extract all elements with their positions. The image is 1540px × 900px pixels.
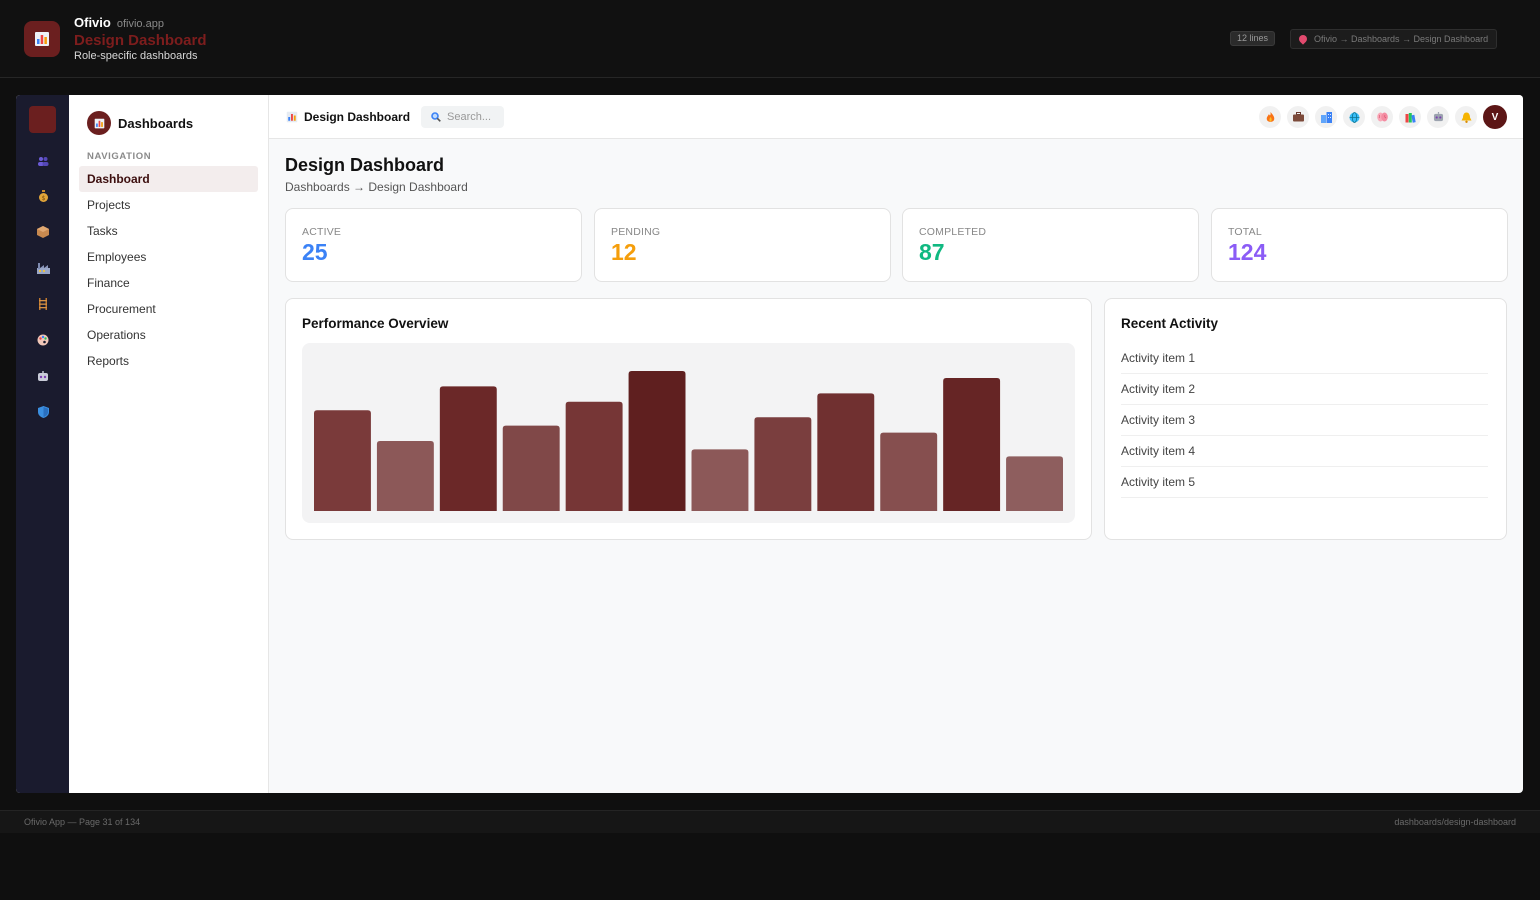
activity-item[interactable]: Activity item 2: [1121, 374, 1488, 405]
footer-path: dashboards/design-dashboard: [1394, 817, 1516, 827]
activity-item[interactable]: Activity item 3: [1121, 405, 1488, 436]
stat-label: TOTAL: [1228, 226, 1262, 238]
bar-chart-icon: [94, 118, 104, 128]
package-icon[interactable]: [36, 225, 50, 239]
app-domain: ofivio.app: [116, 18, 164, 30]
brain-icon[interactable]: [1371, 106, 1393, 128]
toolbar-title: Design Dashboard: [286, 110, 410, 124]
stat-label: ACTIVE: [302, 226, 342, 238]
footer-page-info: Ofivio App — Page 31 of 134: [24, 817, 141, 827]
nav-item-reports[interactable]: Reports: [79, 348, 258, 374]
icon-rail: $: [16, 95, 69, 793]
nav-list: Dashboard Projects Tasks Employees Finan…: [79, 166, 258, 374]
main-content: Design Dashboard Search... V Design Dash…: [269, 95, 1523, 793]
chart-bar: [817, 393, 875, 511]
books-icon[interactable]: [1399, 106, 1421, 128]
bar-chart-icon: [286, 111, 298, 123]
stat-card-completed: COMPLETED 87: [902, 208, 1199, 282]
stat-value: 25: [302, 239, 328, 265]
sidebar-title: Dashboards: [118, 115, 194, 131]
stat-label: PENDING: [611, 226, 661, 238]
stat-card-pending: PENDING 12: [594, 208, 891, 282]
stat-card-active: ACTIVE 25: [285, 208, 582, 282]
performance-title: Performance Overview: [302, 316, 449, 331]
buildings-icon[interactable]: [1315, 106, 1337, 128]
stat-value: 12: [611, 239, 637, 265]
chart-bar: [754, 417, 812, 511]
stat-value: 87: [919, 239, 945, 265]
performance-chart: [302, 343, 1075, 523]
pin-icon: [1297, 33, 1309, 45]
nav-item-operations[interactable]: Operations: [79, 322, 258, 348]
nav-item-tasks[interactable]: Tasks: [79, 218, 258, 244]
sidebar-header: Dashboards: [87, 111, 193, 135]
nav-item-dashboard[interactable]: Dashboard: [79, 166, 258, 192]
chart-bar: [439, 386, 497, 511]
chart-bar: [691, 449, 749, 511]
money-bag-icon[interactable]: $: [36, 189, 50, 203]
activity-item[interactable]: Activity item 4: [1121, 436, 1488, 467]
bar-chart-icon: [35, 32, 49, 46]
search-box[interactable]: [421, 106, 504, 128]
factory-icon[interactable]: [36, 261, 50, 275]
palette-icon[interactable]: [36, 333, 50, 347]
breadcrumb: Dashboards → Design Dashboard: [285, 180, 468, 194]
search-icon: [431, 112, 441, 122]
sidebar: Dashboards NAVIGATION Dashboard Projects…: [69, 95, 269, 793]
shield-icon[interactable]: [36, 405, 50, 419]
bar-chart: [314, 371, 1063, 511]
toolbar: Design Dashboard Search... V: [269, 95, 1523, 139]
activity-title: Recent Activity: [1121, 316, 1219, 331]
nav-section-label: NAVIGATION: [87, 151, 152, 162]
activity-item[interactable]: Activity item 5: [1121, 467, 1488, 498]
chart-bar: [376, 441, 434, 511]
toolbar-icons: V: [1259, 105, 1507, 129]
header-page-subtitle: Role-specific dashboards: [74, 50, 198, 62]
header-page-title: Design Dashboard: [74, 32, 207, 49]
top-header: Ofivio ofivio.app Design Dashboard Role-…: [0, 0, 1540, 78]
app-name: Ofivio: [74, 15, 111, 30]
header-breadcrumb: Ofivio → Dashboards → Design Dashboard: [1290, 29, 1498, 49]
app-logo: [24, 21, 60, 57]
activity-item[interactable]: Activity item 1: [1121, 343, 1488, 374]
chart-bar: [565, 401, 623, 511]
search-input[interactable]: [447, 111, 501, 123]
globe-icon[interactable]: [1343, 106, 1365, 128]
nav-item-finance[interactable]: Finance: [79, 270, 258, 296]
ladder-icon[interactable]: [36, 297, 50, 311]
header-breadcrumb-text: Ofivio → Dashboards → Design Dashboard: [1314, 34, 1489, 44]
rail-home-button[interactable]: [29, 106, 56, 133]
app-window: $ Dashboards NAVIGATION Dashboard Projec…: [16, 95, 1523, 793]
performance-card: Performance Overview: [285, 298, 1092, 540]
user-avatar[interactable]: V: [1483, 105, 1507, 129]
robot-icon[interactable]: [1427, 106, 1449, 128]
bell-icon[interactable]: [1455, 106, 1477, 128]
robot-icon[interactable]: [36, 369, 50, 383]
stat-card-total: TOTAL 124: [1211, 208, 1508, 282]
page-title: Design Dashboard: [285, 155, 445, 175]
stat-value: 124: [1228, 239, 1267, 265]
stat-label: COMPLETED: [919, 226, 987, 238]
chart-bar: [943, 378, 1001, 511]
activity-card: Recent Activity Activity item 1 Activity…: [1104, 298, 1507, 540]
lines-badge: 12 lines: [1230, 31, 1276, 46]
chart-bar: [502, 425, 560, 511]
users-icon[interactable]: [36, 154, 50, 168]
chart-bar: [880, 432, 938, 511]
briefcase-icon[interactable]: [1287, 106, 1309, 128]
svg-text:$: $: [41, 195, 45, 202]
chart-bar: [314, 410, 371, 511]
chart-bar: [628, 371, 686, 511]
nav-item-procurement[interactable]: Procurement: [79, 296, 258, 322]
activity-list: Activity item 1 Activity item 2 Activity…: [1121, 343, 1488, 498]
sidebar-logo: [87, 111, 111, 135]
chart-bar: [1006, 456, 1063, 511]
toolbar-title-text: Design Dashboard: [304, 110, 411, 124]
nav-item-projects[interactable]: Projects: [79, 192, 258, 218]
fire-icon[interactable]: [1259, 106, 1281, 128]
footer: Ofivio App — Page 31 of 134 dashboards/d…: [0, 810, 1540, 833]
nav-item-employees[interactable]: Employees: [79, 244, 258, 270]
